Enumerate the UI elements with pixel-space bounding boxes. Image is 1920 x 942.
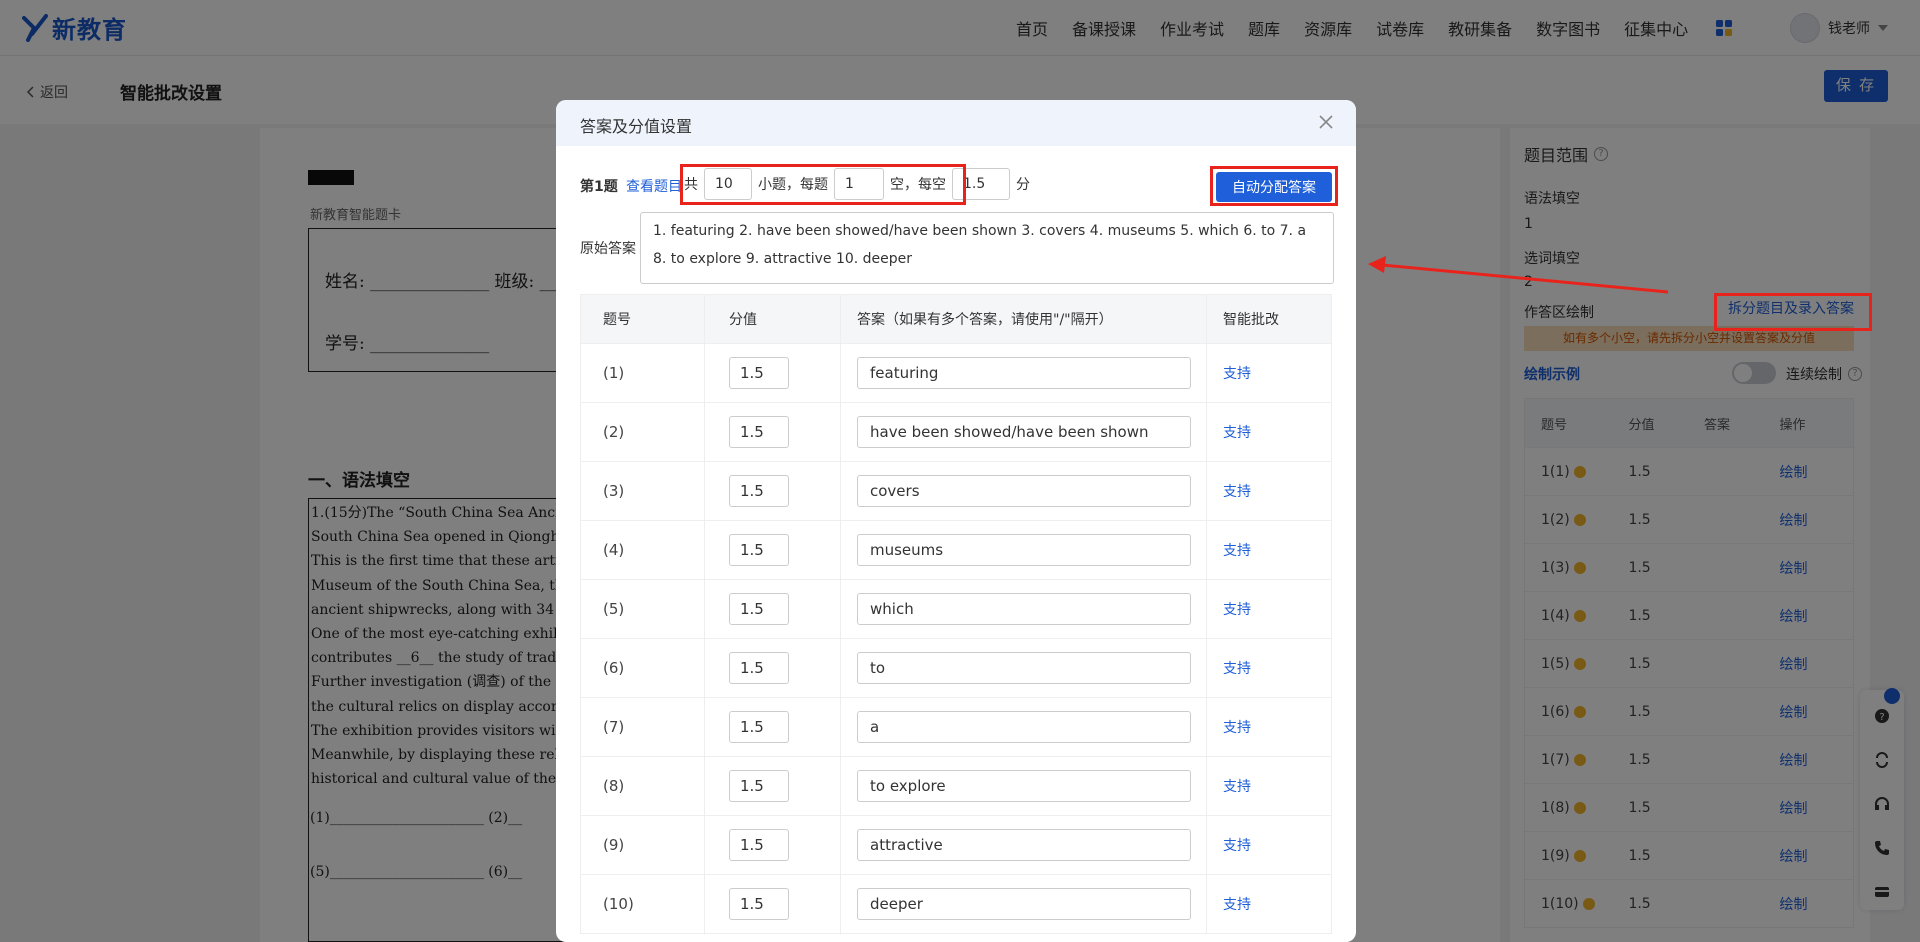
view-question-link[interactable]: 查看题目 (626, 176, 682, 196)
answer-input[interactable] (857, 593, 1191, 625)
row-no: (10) (581, 875, 705, 933)
support-link[interactable]: 支持 (1207, 757, 1319, 815)
header-smart-grading: 智能批改 (1223, 312, 1279, 328)
row-no: (6) (581, 639, 705, 697)
answer-input[interactable] (857, 711, 1191, 743)
original-answer-text[interactable]: 1. featuring 2. have been showed/have be… (640, 212, 1334, 284)
table-row: (1) 支持 (581, 343, 1331, 402)
highlight-box (1210, 166, 1338, 206)
answer-input[interactable] (857, 829, 1191, 861)
support-link[interactable]: 支持 (1207, 698, 1319, 756)
table-row: (2) 支持 (581, 402, 1331, 461)
close-icon[interactable] (1318, 114, 1334, 130)
row-no: (2) (581, 403, 705, 461)
score-input[interactable] (729, 534, 789, 566)
table-row: (5) 支持 (581, 579, 1331, 638)
table-header: 题号 分值 答案（如果有多个答案，请使用"/"隔开） 智能批改 (581, 295, 1331, 343)
question-number: 第1题 (580, 179, 618, 195)
support-link[interactable]: 支持 (1207, 875, 1319, 933)
answer-input[interactable] (857, 770, 1191, 802)
modal-header: 答案及分值设置 (556, 100, 1356, 146)
answer-table: 题号 分值 答案（如果有多个答案，请使用"/"隔开） 智能批改 (1) 支持 (2… (580, 294, 1332, 934)
answer-input[interactable] (857, 888, 1191, 920)
row-no: (1) (581, 344, 705, 402)
row-no: (9) (581, 816, 705, 874)
answer-input[interactable] (857, 534, 1191, 566)
header-answer: 答案（如果有多个答案，请使用"/"隔开） (841, 295, 1207, 343)
score-input[interactable] (729, 711, 789, 743)
support-link[interactable]: 支持 (1207, 580, 1319, 638)
row-no: (3) (581, 462, 705, 520)
score-input[interactable] (729, 475, 789, 507)
answer-input[interactable] (857, 416, 1191, 448)
row-no: (5) (581, 580, 705, 638)
answer-input[interactable] (857, 357, 1191, 389)
support-link[interactable]: 支持 (1207, 521, 1319, 579)
modal-title: 答案及分值设置 (580, 117, 693, 136)
score-input[interactable] (729, 652, 789, 684)
row-no: (8) (581, 757, 705, 815)
row-no: (7) (581, 698, 705, 756)
support-link[interactable]: 支持 (1207, 462, 1319, 520)
score-input[interactable] (729, 829, 789, 861)
table-row: (4) 支持 (581, 520, 1331, 579)
support-link[interactable]: 支持 (1207, 816, 1319, 874)
highlight-box (1714, 293, 1872, 331)
score-input[interactable] (729, 593, 789, 625)
answer-input[interactable] (857, 652, 1191, 684)
answer-score-modal: 答案及分值设置 第1题 查看题目 共 小题，每题 空，每空 分 自动分配答案 原… (556, 100, 1356, 942)
row-no: (4) (581, 521, 705, 579)
score-input[interactable] (729, 357, 789, 389)
original-answer-label: 原始答案 (580, 241, 636, 257)
answer-input[interactable] (857, 475, 1191, 507)
table-row: (10) 支持 (581, 874, 1331, 933)
score-input[interactable] (729, 770, 789, 802)
score-input[interactable] (729, 416, 789, 448)
support-link[interactable]: 支持 (1207, 639, 1319, 697)
support-link[interactable]: 支持 (1207, 344, 1319, 402)
highlight-box (680, 164, 966, 205)
table-row: (3) 支持 (581, 461, 1331, 520)
score-unit-label: 分 (1016, 177, 1030, 193)
header-score: 分值 (705, 295, 841, 343)
table-row: (9) 支持 (581, 815, 1331, 874)
table-row: (6) 支持 (581, 638, 1331, 697)
support-link[interactable]: 支持 (1207, 403, 1319, 461)
score-input[interactable] (729, 888, 789, 920)
table-row: (8) 支持 (581, 756, 1331, 815)
header-no: 题号 (581, 295, 705, 343)
table-row: (7) 支持 (581, 697, 1331, 756)
